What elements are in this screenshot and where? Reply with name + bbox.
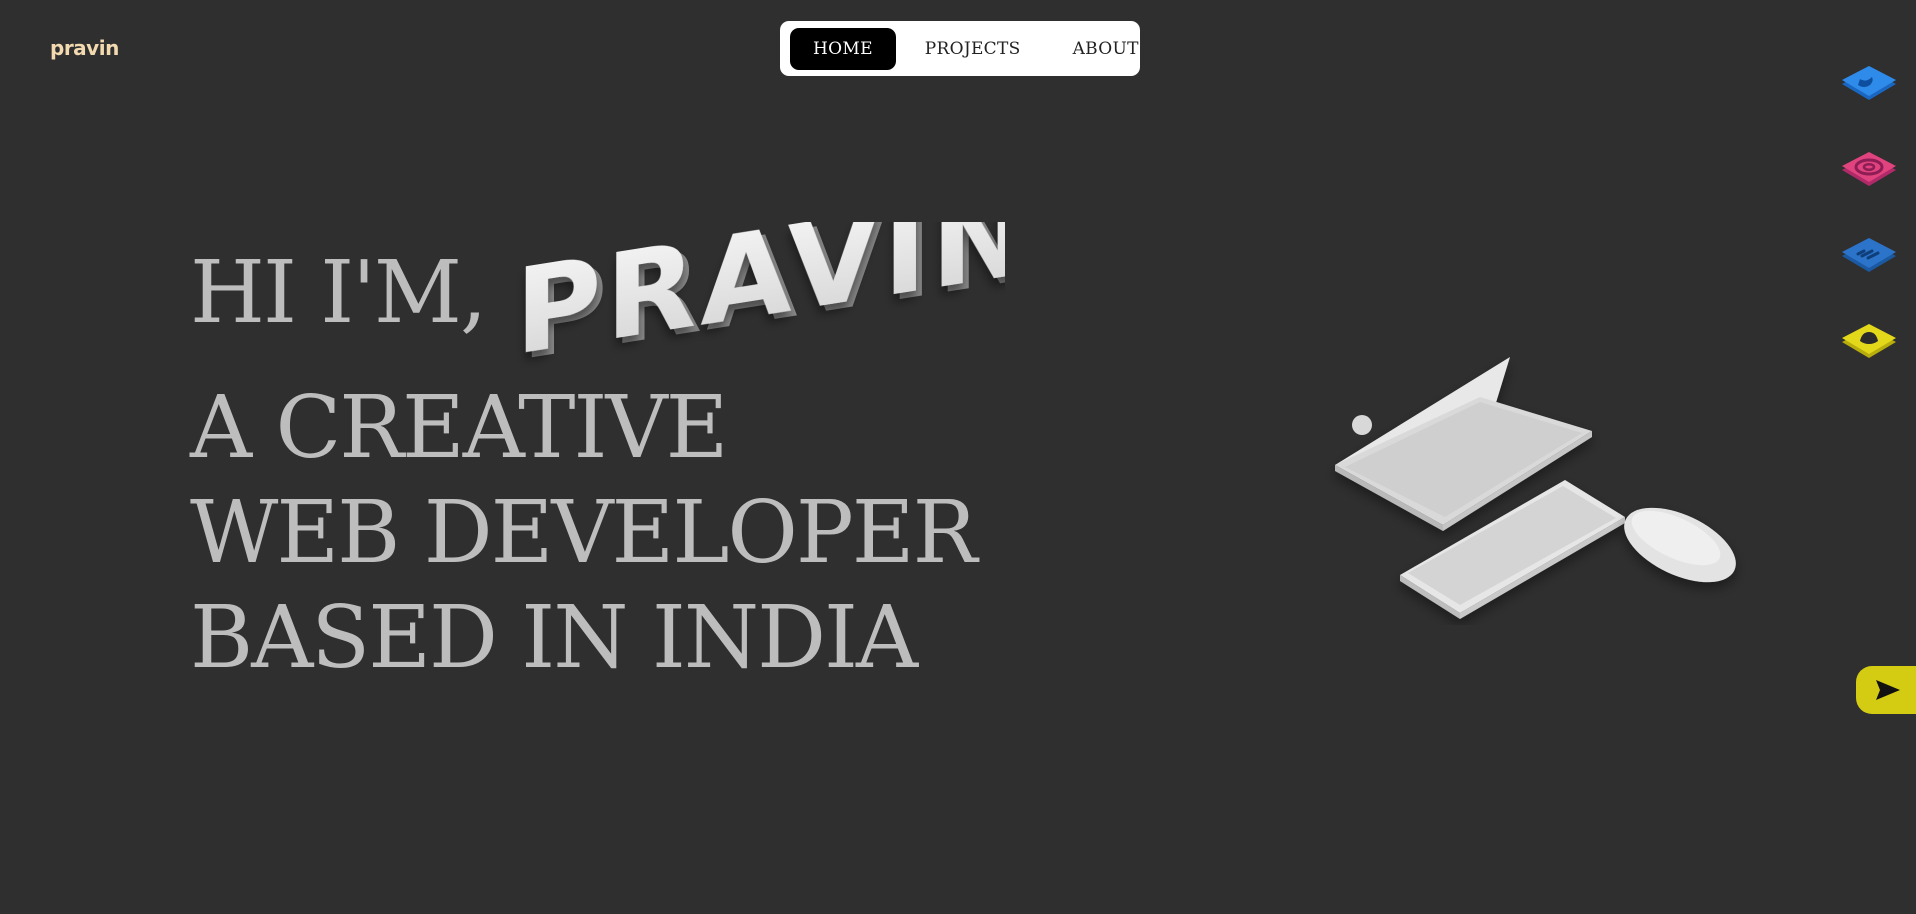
- snapchat-icon[interactable]: [1840, 322, 1898, 370]
- main-nav: HOME PROJECTS ABOUT: [780, 21, 1140, 76]
- hero-line-4: BASED IN INDIA: [190, 588, 918, 688]
- linkedin-icon[interactable]: [1840, 236, 1898, 284]
- hero-name-3d: PRAVIN PRAVIN: [515, 222, 1005, 372]
- site-logo[interactable]: pravin: [50, 36, 119, 60]
- send-button[interactable]: [1856, 666, 1916, 714]
- twitter-icon[interactable]: [1840, 64, 1898, 112]
- hero-greeting: HI I'M,: [190, 243, 487, 343]
- mouse-icon: [1624, 507, 1736, 583]
- send-icon: [1876, 680, 1900, 700]
- nav-about[interactable]: ABOUT: [1050, 28, 1162, 70]
- nav-home[interactable]: HOME: [790, 27, 896, 70]
- nav-projects[interactable]: PROJECTS: [902, 28, 1044, 70]
- desk-illustration: [1335, 357, 1736, 619]
- decor-dot: [1352, 415, 1372, 435]
- hero-line-3: WEB DEVELOPER: [190, 483, 977, 583]
- hero-line-2: A CREATIVE: [190, 378, 728, 478]
- instagram-icon[interactable]: [1840, 150, 1898, 198]
